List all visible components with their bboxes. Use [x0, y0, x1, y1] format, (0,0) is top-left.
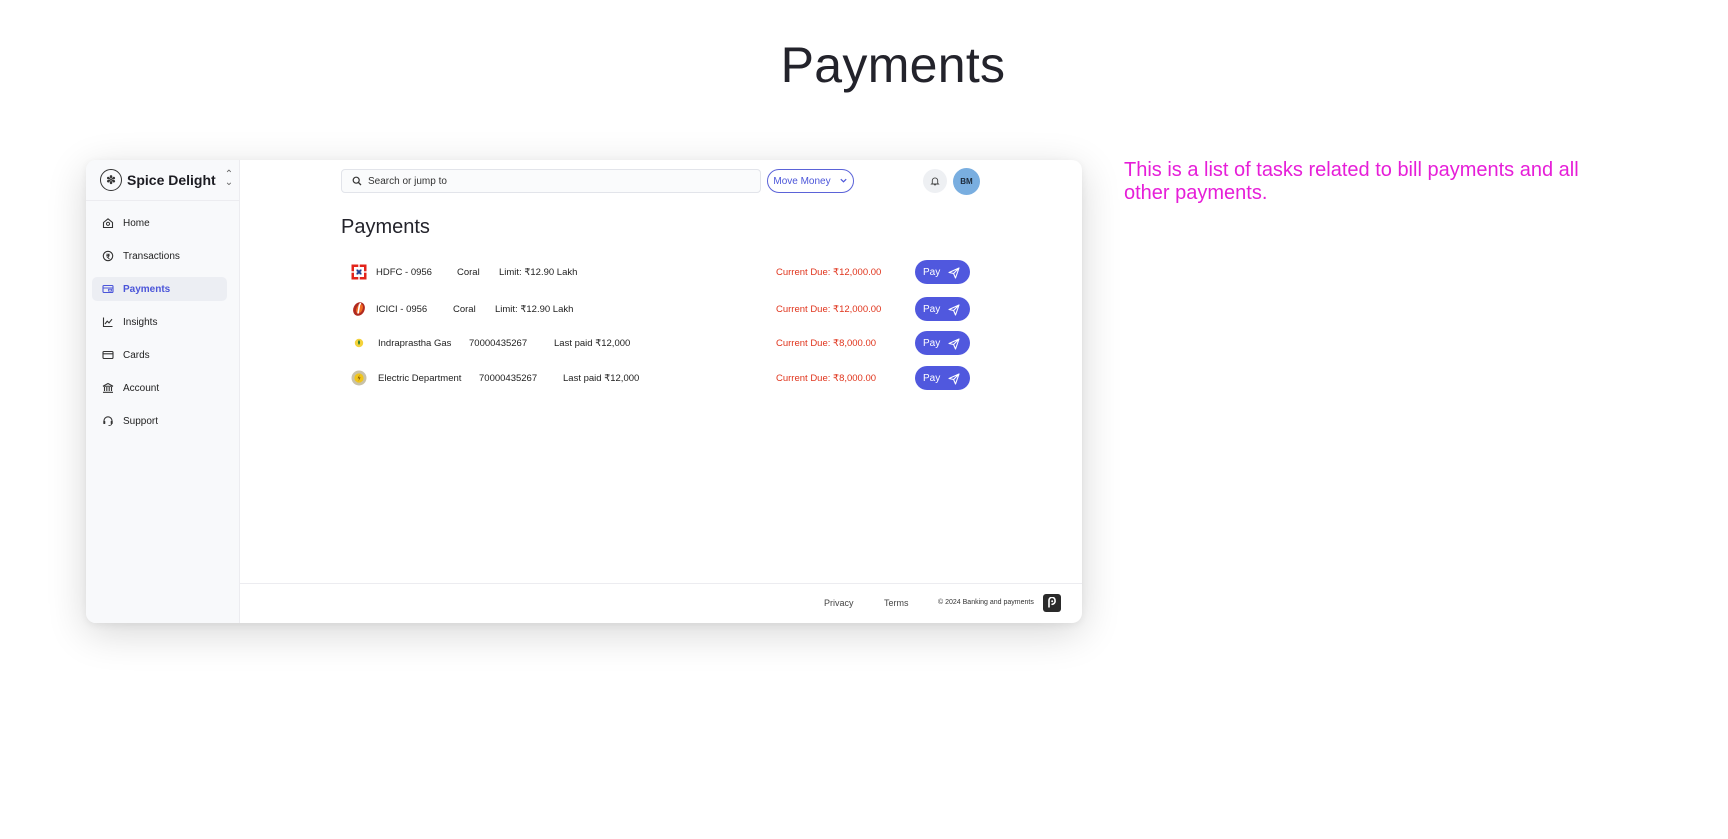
footer: Privacy Terms © 2024 Banking and payment…: [240, 583, 1082, 623]
home-icon: [102, 217, 114, 229]
send-icon: [948, 338, 960, 350]
sidebar-nav: Home Transactions Payments Insights Card…: [86, 201, 239, 433]
sidebar-item-payments[interactable]: Payments: [92, 277, 227, 301]
search-icon: [352, 176, 362, 186]
hdfc-logo-icon: [351, 264, 367, 280]
sidebar-item-label: Cards: [123, 349, 150, 361]
page-title: Payments: [780, 37, 1006, 93]
notifications-button[interactable]: [923, 169, 947, 193]
sidebar-item-label: Payments: [123, 283, 171, 295]
sidebar-item-cards[interactable]: Cards: [92, 343, 227, 367]
payee-name: HDFC - 0956: [376, 266, 432, 278]
pay-label: Pay: [923, 266, 941, 278]
pay-button[interactable]: Pay: [915, 366, 970, 390]
cards-icon: [102, 349, 114, 361]
payee-meta: Coral: [457, 266, 480, 278]
topbar: Search or jump to Move Money BM: [341, 168, 1082, 195]
app-window: ✽ Spice Delight ⌃ ⌄ Home Transactions Pa…: [86, 160, 1082, 623]
current-due: Current Due: ₹8,000.00: [776, 372, 877, 384]
pay-button[interactable]: Pay: [915, 331, 970, 355]
send-icon: [948, 373, 960, 385]
gas-logo-icon: [351, 335, 367, 351]
current-due: Current Due: ₹12,000.00: [776, 266, 882, 278]
bank-icon: [102, 382, 114, 394]
sidebar-item-label: Account: [123, 382, 160, 394]
payment-row-icici: ICICI - 0956 Coral Limit: ₹12.90 Lakh Cu…: [341, 297, 981, 321]
brand-logo-icon: ✽: [100, 169, 122, 191]
pay-label: Pay: [923, 337, 941, 349]
bell-icon: [930, 177, 940, 186]
payee-meta: Coral: [453, 303, 476, 315]
search-placeholder: Search or jump to: [368, 175, 447, 187]
send-icon: [948, 304, 960, 316]
copyright-text: © 2024 Banking and payments: [938, 599, 1034, 606]
move-money-label: Move Money: [773, 175, 831, 187]
pay-label: Pay: [923, 372, 941, 384]
sidebar-item-transactions[interactable]: Transactions: [92, 244, 227, 268]
payment-row-gas: Indraprastha Gas 70000435267 Last paid ₹…: [341, 331, 981, 355]
payee-last-paid: Last paid ₹12,000: [563, 372, 640, 384]
workspace-switch-icon[interactable]: ⌃ ⌄: [224, 170, 234, 188]
pay-button[interactable]: Pay: [915, 297, 970, 321]
terms-link[interactable]: Terms: [884, 598, 909, 608]
payment-row-electric: Electric Department 70000435267 Last pai…: [341, 366, 981, 390]
sidebar-item-label: Insights: [123, 316, 158, 328]
payee-name: ICICI - 0956: [376, 303, 428, 315]
brand-header[interactable]: ✽ Spice Delight ⌃ ⌄: [86, 160, 239, 201]
send-icon: [948, 267, 960, 279]
insights-icon: [102, 316, 114, 328]
payee-limit: Limit: ₹12.90 Lakh: [495, 303, 574, 315]
copyright-label: 2024 Banking and payments: [945, 599, 1034, 606]
sidebar-item-label: Transactions: [123, 250, 180, 262]
sidebar-item-label: Support: [123, 415, 159, 427]
payee-account: 70000435267: [479, 372, 538, 384]
current-due: Current Due: ₹12,000.00: [776, 303, 882, 315]
payee-name: Electric Department: [378, 372, 462, 384]
avatar[interactable]: BM: [953, 168, 980, 195]
move-money-button[interactable]: Move Money: [767, 169, 854, 193]
payments-icon: [102, 283, 114, 295]
chevron-down-icon: [839, 176, 848, 187]
pay-button[interactable]: Pay: [915, 260, 970, 284]
annotation-text: This is a list of tasks related to bill …: [1124, 159, 1579, 204]
transactions-icon: [102, 250, 114, 262]
icici-logo-icon: [351, 301, 367, 317]
sidebar-item-support[interactable]: Support: [92, 409, 227, 433]
sidebar-item-insights[interactable]: Insights: [92, 310, 227, 334]
content-title: Payments: [341, 216, 430, 238]
sidebar-item-label: Home: [123, 217, 150, 229]
copyright-symbol: ©: [938, 599, 944, 606]
payee-account: 70000435267: [469, 337, 528, 349]
payee-name: Indraprastha Gas: [378, 337, 452, 349]
search-input[interactable]: Search or jump to: [341, 169, 761, 193]
payment-row-hdfc: HDFC - 0956 Coral Limit: ₹12.90 Lakh Cur…: [341, 260, 981, 284]
brand-name: Spice Delight: [127, 172, 216, 188]
current-due: Current Due: ₹8,000.00: [776, 337, 877, 349]
privacy-link[interactable]: Privacy: [824, 598, 854, 608]
pay-label: Pay: [923, 303, 941, 315]
electric-logo-icon: [351, 370, 367, 386]
sidebar-item-home[interactable]: Home: [92, 211, 227, 235]
payee-limit: Limit: ₹12.90 Lakh: [499, 266, 578, 278]
sidebar: ✽ Spice Delight ⌃ ⌄ Home Transactions Pa…: [86, 160, 240, 623]
sidebar-item-account[interactable]: Account: [92, 376, 227, 400]
payee-last-paid: Last paid ₹12,000: [554, 337, 631, 349]
brand-badge-icon: [1043, 594, 1061, 612]
main-content: Search or jump to Move Money BM Payments…: [240, 160, 1082, 623]
support-icon: [102, 415, 114, 427]
